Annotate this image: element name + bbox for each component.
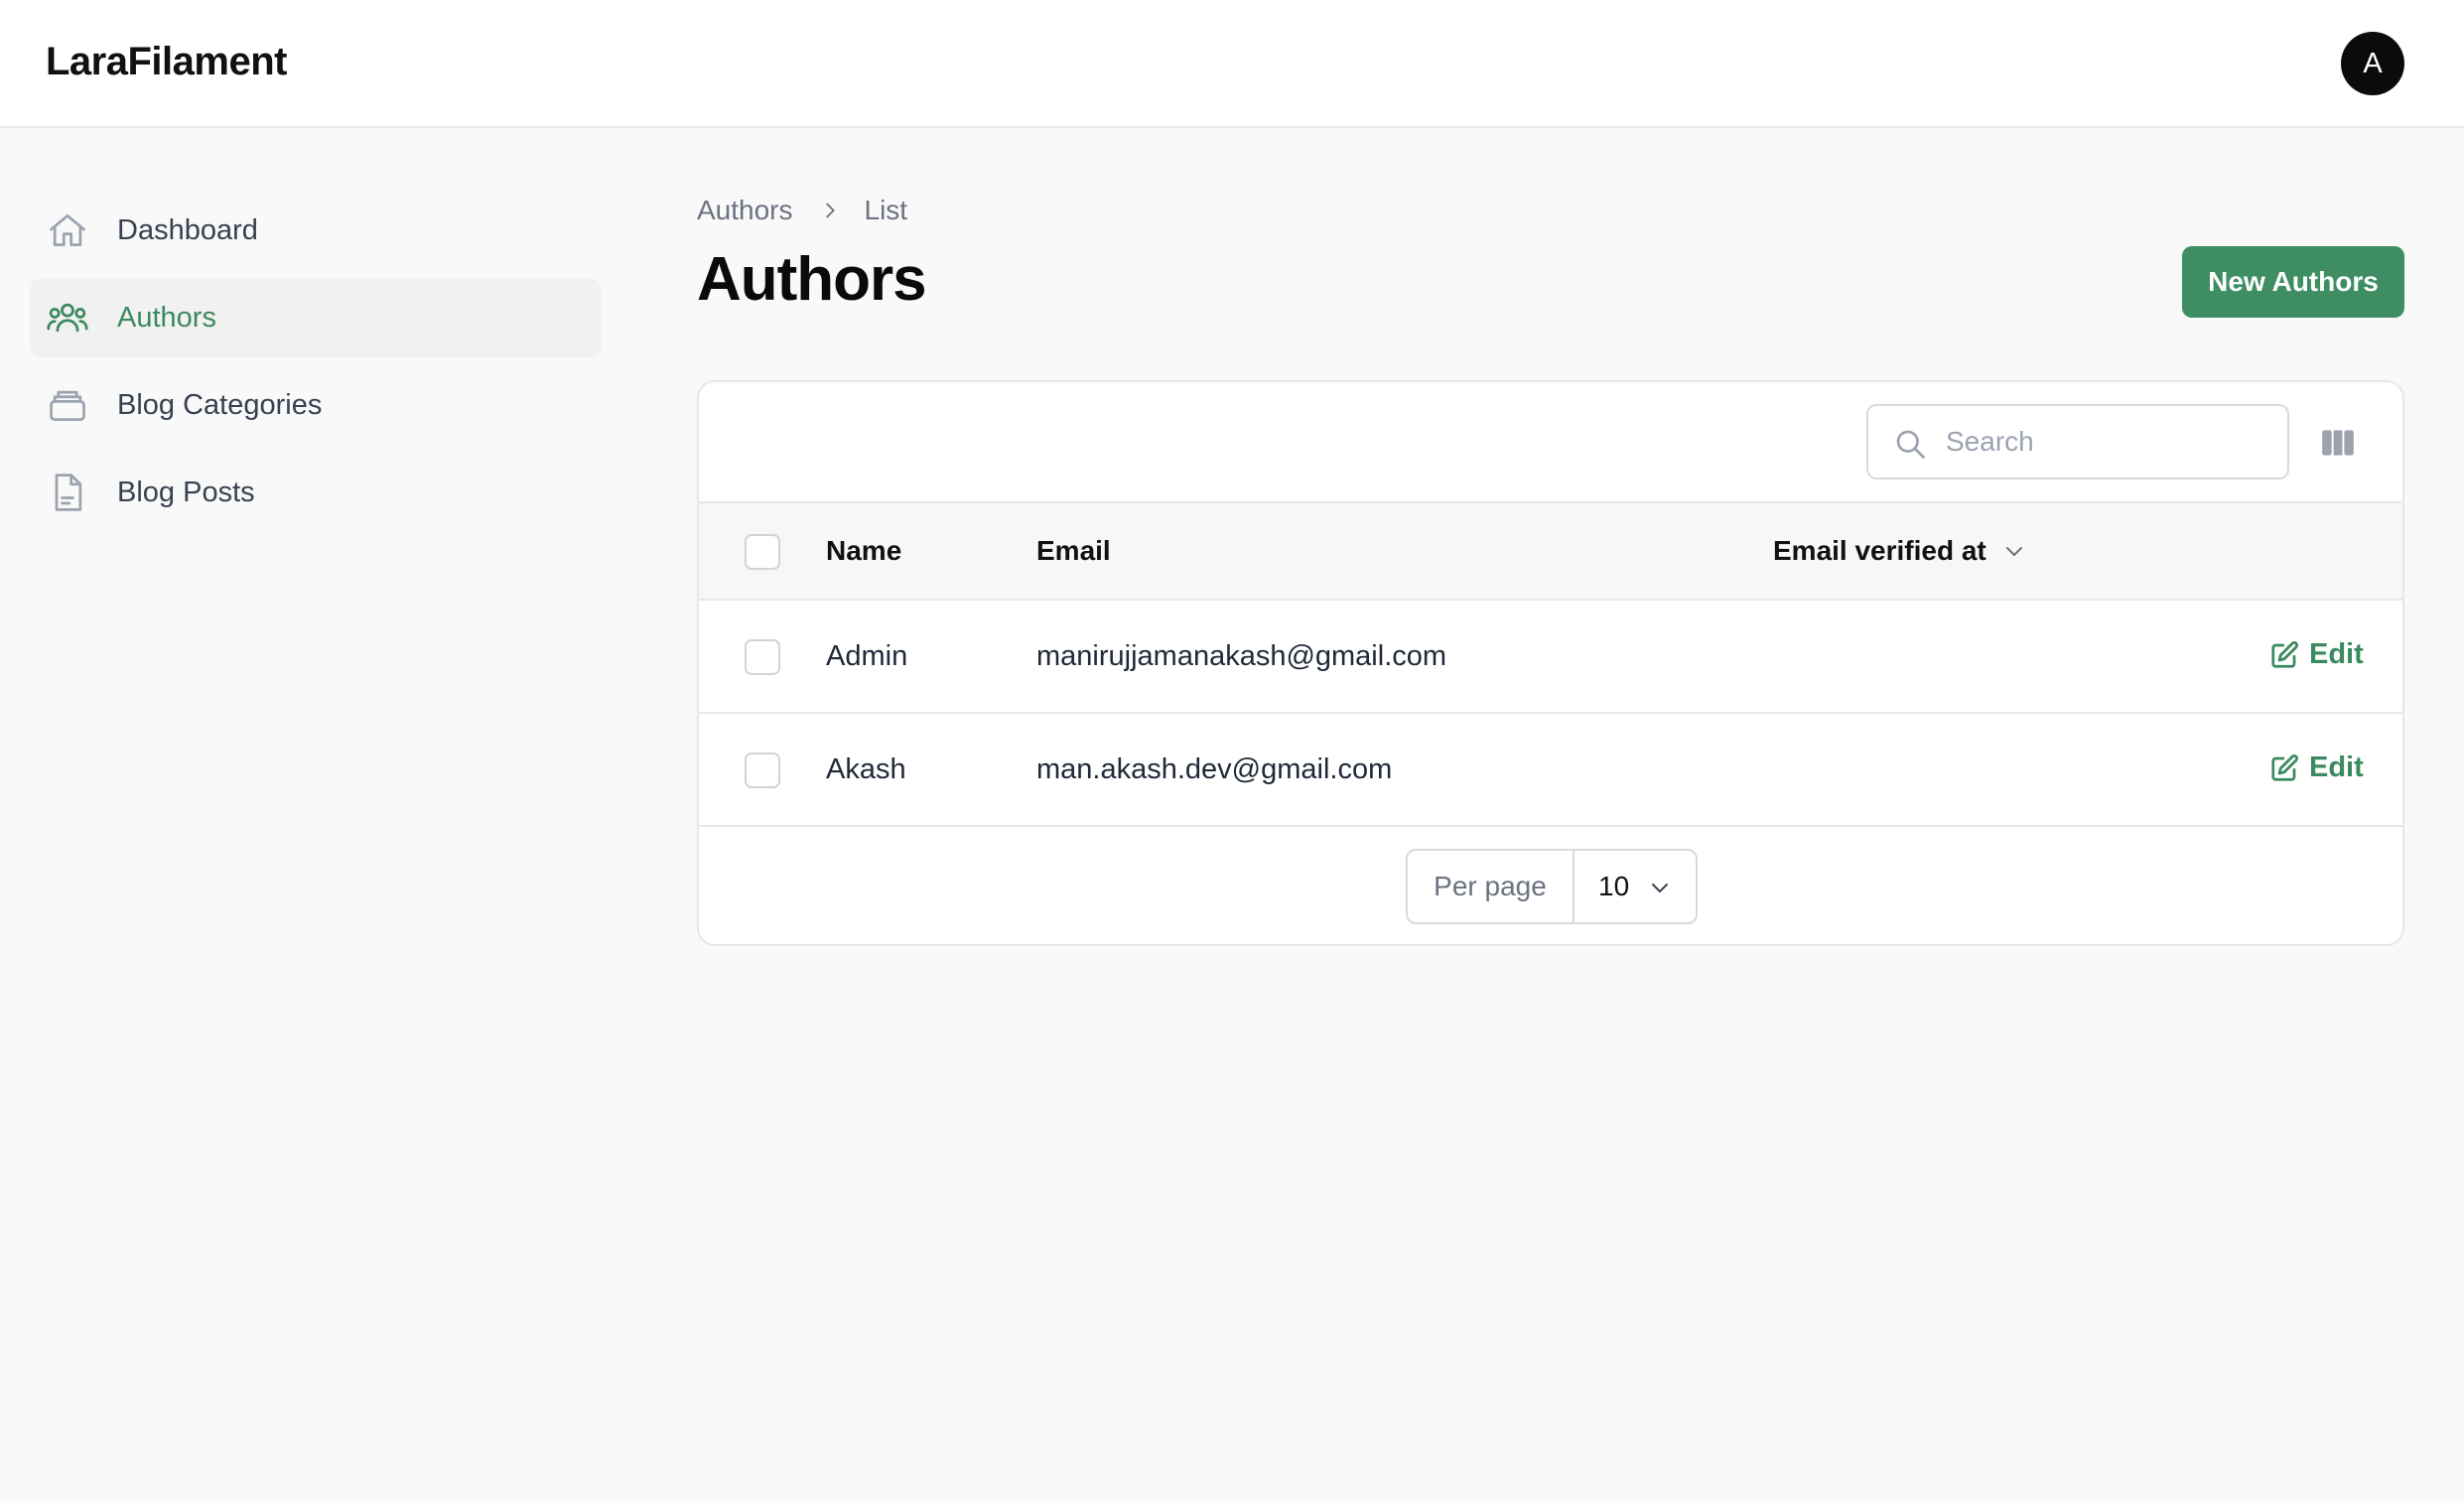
edit-icon — [2271, 753, 2299, 781]
authors-table: Name Email Email verified at Admin manir… — [697, 380, 2404, 946]
chevron-right-icon — [819, 200, 841, 221]
column-header-email-verified-at[interactable]: Email verified at — [1773, 535, 2026, 567]
table-header: Name Email Email verified at — [699, 503, 2402, 601]
chevron-down-icon — [1652, 884, 1668, 892]
sidebar-item-blog-categories[interactable]: Blog Categories — [30, 365, 602, 445]
sidebar-item-label: Blog Categories — [117, 388, 323, 421]
column-header-label: Email verified at — [1773, 535, 1986, 566]
sidebar-item-blog-posts[interactable]: Blog Posts — [30, 453, 602, 532]
table-row: Akash man.akash.dev@gmail.com Edit — [699, 714, 2402, 827]
home-icon — [46, 208, 89, 252]
per-page-label: Per page — [1408, 851, 1574, 922]
document-icon — [46, 471, 89, 514]
pagination: Per page 10 — [1406, 849, 1698, 924]
breadcrumb-current: List — [864, 195, 908, 225]
sidebar-item-label: Authors — [117, 301, 216, 334]
breadcrumb: Authors List — [697, 194, 907, 227]
per-page-value: 10 — [1598, 871, 1630, 901]
table-toolbar — [699, 382, 2402, 503]
page-title: Authors — [697, 245, 927, 314]
new-authors-button[interactable]: New Authors — [2182, 246, 2404, 318]
edit-button[interactable]: Edit — [2269, 752, 2364, 784]
edit-button[interactable]: Edit — [2269, 638, 2364, 671]
edit-icon — [2271, 640, 2299, 668]
search-input[interactable] — [1946, 418, 2263, 466]
sidebar-item-label: Blog Posts — [117, 476, 255, 508]
search-box[interactable] — [1866, 404, 2289, 479]
cell-name: Akash — [826, 753, 906, 785]
select-all-checkbox[interactable] — [745, 534, 780, 570]
sidebar: Dashboard Authors Blog Categories Blog P… — [30, 191, 602, 540]
cell-name: Admin — [826, 640, 908, 672]
cell-email: manirujjamanakash@gmail.com — [1036, 640, 1447, 672]
search-icon — [1892, 426, 1928, 462]
sidebar-item-label: Dashboard — [117, 213, 258, 246]
row-checkbox[interactable] — [745, 752, 780, 788]
cell-email: man.akash.dev@gmail.com — [1036, 753, 1393, 785]
top-bar: LaraFilament A — [0, 0, 2464, 128]
row-checkbox[interactable] — [745, 639, 780, 675]
brand-logo[interactable]: LaraFilament — [46, 40, 287, 84]
table-row: Admin manirujjamanakash@gmail.com Edit — [699, 601, 2402, 714]
per-page-select[interactable]: 10 — [1574, 851, 1696, 922]
column-header-email[interactable]: Email — [1036, 535, 1111, 567]
columns-toggle-icon[interactable] — [2319, 424, 2357, 462]
stack-icon — [46, 383, 89, 427]
edit-label: Edit — [2309, 638, 2364, 670]
breadcrumb-link-authors[interactable]: Authors — [697, 195, 793, 226]
user-avatar[interactable]: A — [2341, 32, 2404, 95]
sidebar-item-dashboard[interactable]: Dashboard — [30, 191, 602, 270]
chevron-down-icon — [2005, 547, 2022, 556]
column-header-name[interactable]: Name — [826, 535, 901, 567]
sidebar-item-authors[interactable]: Authors — [30, 278, 602, 357]
edit-label: Edit — [2309, 752, 2364, 783]
users-group-icon — [46, 296, 89, 340]
